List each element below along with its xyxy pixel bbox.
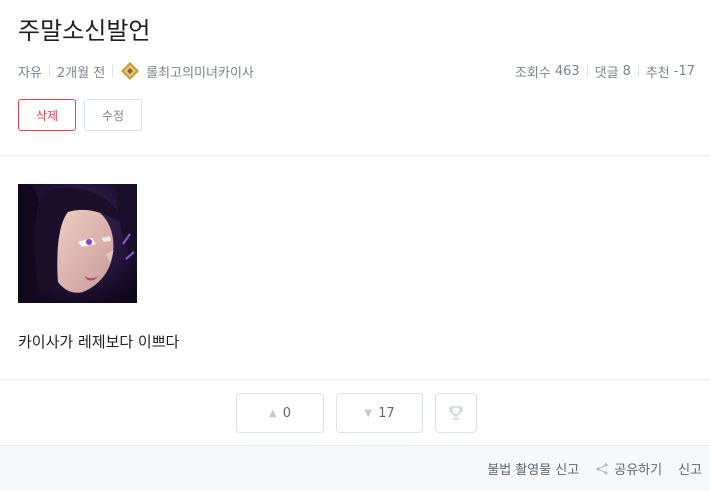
comment-count-label: 댓글 [594, 65, 619, 81]
report-illegal-button[interactable]: 불법 촬영물 신고 [487, 459, 579, 478]
delete-button[interactable]: 삭제 [18, 99, 76, 131]
share-icon [596, 462, 608, 475]
edit-button[interactable]: 수정 [84, 99, 142, 131]
comment-count: 댓글 8 [595, 62, 631, 81]
portrait-illustration [18, 184, 137, 303]
post-meta: 자유 2개월 전 롤최고의미녀카이사 [18, 61, 254, 81]
recommend-count-value: -17 [673, 63, 695, 79]
triangle-down-icon: ▼ [364, 407, 373, 419]
post-actions: 삭제 수정 [18, 99, 142, 131]
divider [48, 65, 50, 77]
vote-area: ▲ 0 ▼ 17 [0, 379, 710, 445]
upvote-button[interactable]: ▲ 0 [236, 393, 324, 433]
rank-emblem-icon [121, 62, 140, 80]
recommend-count-label: 추천 [645, 65, 670, 81]
post-image-champion-portrait [18, 184, 137, 303]
post-time: 2개월 전 [56, 65, 106, 81]
upvote-count: 0 [282, 405, 291, 421]
view-count-value: 463 [554, 63, 580, 79]
divider [637, 65, 639, 77]
trophy-icon [449, 406, 463, 420]
post-stats: 조회수 463 댓글 8 추천 -17 [515, 61, 695, 81]
comment-count-value: 8 [622, 63, 631, 79]
view-count-label: 조회수 [514, 65, 551, 81]
downvote-count: 17 [378, 405, 395, 421]
post-footer: 불법 촬영물 신고 공유하기 신고 [0, 445, 710, 491]
post-header: 주말소신발언 자유 2개월 전 롤최고의미녀카이사 조회수 463 댓글 8 추… [0, 0, 710, 156]
share-button[interactable]: 공유하기 [595, 459, 662, 478]
post-title: 주말소신발언 [18, 17, 151, 45]
recommend-count: 추천 -17 [646, 62, 695, 81]
downvote-button[interactable]: ▼ 17 [336, 393, 423, 433]
divider [586, 65, 588, 77]
trophy-button[interactable] [435, 393, 477, 433]
report-button[interactable]: 신고 [678, 459, 702, 478]
triangle-up-icon: ▲ [269, 407, 277, 419]
author-link[interactable]: 롤최고의미녀카이사 [120, 61, 254, 81]
divider [112, 65, 114, 77]
post-body: 카이사가 레제보다 이쁘다 [18, 333, 180, 351]
post-category[interactable]: 자유 [18, 62, 42, 81]
author-name: 롤최고의미녀카이사 [146, 65, 254, 81]
view-count: 조회수 463 [515, 62, 580, 81]
share-label: 공유하기 [614, 463, 663, 478]
